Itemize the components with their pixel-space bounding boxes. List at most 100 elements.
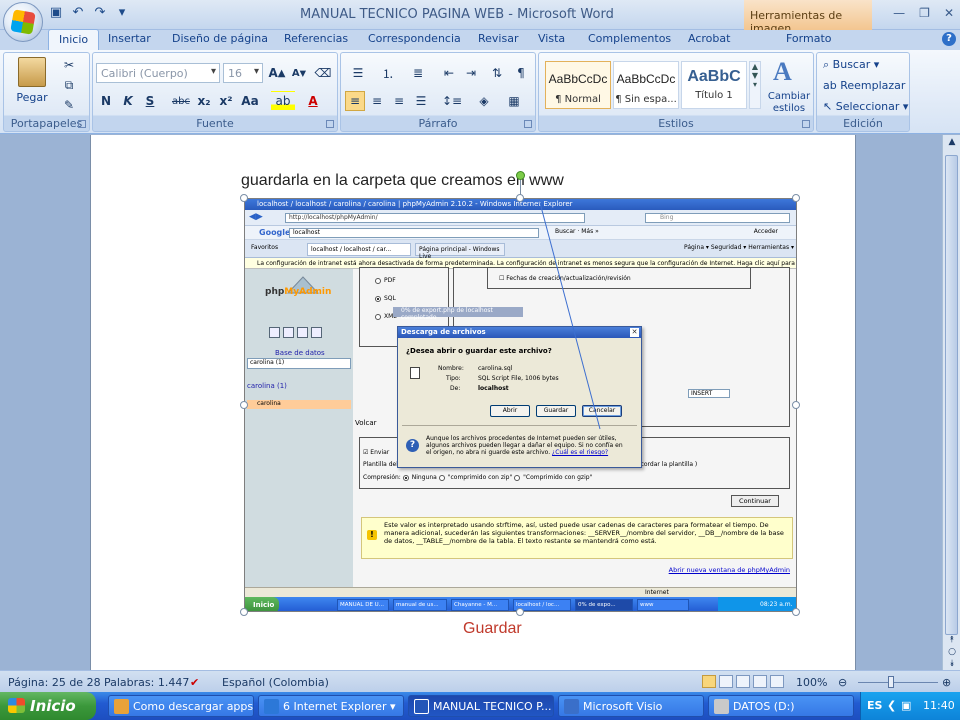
taskbar-item[interactable]: Como descargar apps... xyxy=(108,695,254,717)
style-heading-1[interactable]: AaBbC Título 1 xyxy=(681,61,747,109)
bullets-icon[interactable]: ☰ xyxy=(345,63,371,83)
image-caption[interactable]: Guardar xyxy=(463,620,522,638)
outline-icon[interactable] xyxy=(753,675,767,688)
zoom-level[interactable]: 100% xyxy=(796,676,827,689)
dialog-launcher-icon[interactable] xyxy=(802,120,810,128)
tab-vista[interactable]: Vista xyxy=(538,32,565,45)
sort-icon[interactable]: ⇅ xyxy=(487,63,507,83)
highlight-icon[interactable]: ab xyxy=(271,91,295,111)
superscript-icon[interactable]: x² xyxy=(216,91,236,111)
resize-handle[interactable] xyxy=(240,608,248,616)
save-icon[interactable]: ▣ xyxy=(48,5,64,21)
web-layout-icon[interactable] xyxy=(736,675,750,688)
subscript-icon[interactable]: x₂ xyxy=(194,91,214,111)
scroll-thumb[interactable] xyxy=(945,155,958,635)
tab-revisar[interactable]: Revisar xyxy=(478,32,518,45)
font-size-combo[interactable]: 16 xyxy=(223,63,263,83)
multilevel-list-icon[interactable]: ≣ xyxy=(405,63,431,83)
taskbar-item[interactable]: 6 Internet Explorer ▾ xyxy=(258,695,404,717)
office-button[interactable] xyxy=(3,2,43,42)
resize-handle[interactable] xyxy=(240,401,248,409)
page-count[interactable]: Página: 25 de 28 xyxy=(8,676,101,689)
customize-qat-icon[interactable]: ▾ xyxy=(114,5,130,21)
shrink-font-icon[interactable]: A ▼ xyxy=(289,63,309,83)
increase-indent-icon[interactable]: ⇥ xyxy=(461,63,481,83)
embedded-screenshot[interactable]: localhost / localhost / carolina / carol… xyxy=(244,198,797,612)
next-page-icon[interactable]: ⯯ xyxy=(943,659,960,669)
find-button[interactable]: ⌕ Buscar ▾ xyxy=(823,58,879,72)
style-no-spacing[interactable]: AaBbCcDc ¶ Sin espa... xyxy=(613,61,679,109)
resize-handle[interactable] xyxy=(516,194,524,202)
resize-handle[interactable] xyxy=(792,608,800,616)
print-layout-icon[interactable] xyxy=(702,675,716,688)
tab-diseno-pagina[interactable]: Diseño de página xyxy=(172,32,268,45)
language[interactable]: Español (Colombia) xyxy=(222,676,329,689)
change-styles-button[interactable]: Cambiar estilos xyxy=(765,91,813,115)
tab-referencias[interactable]: Referencias xyxy=(284,32,348,45)
bold-icon[interactable]: N xyxy=(96,91,116,111)
grow-font-icon[interactable]: A ▲ xyxy=(267,63,287,83)
align-right-icon[interactable]: ≡ xyxy=(389,91,409,111)
underline-icon[interactable]: S xyxy=(140,91,160,111)
decrease-indent-icon[interactable]: ⇤ xyxy=(439,63,459,83)
numbering-icon[interactable]: ⒈ xyxy=(375,63,401,83)
help-icon[interactable]: ? xyxy=(942,32,956,46)
tab-acrobat[interactable]: Acrobat xyxy=(688,32,730,45)
zoom-slider-knob[interactable] xyxy=(888,676,894,688)
cut-icon[interactable]: ✂ xyxy=(60,55,78,75)
borders-icon[interactable]: ▦ xyxy=(501,91,527,111)
dialog-launcher-icon[interactable] xyxy=(78,120,86,128)
pilcrow-icon[interactable]: ¶ xyxy=(511,63,531,83)
resize-handle[interactable] xyxy=(240,194,248,202)
close-icon[interactable]: ✕ xyxy=(944,6,954,20)
undo-icon[interactable]: ↶ xyxy=(70,5,86,21)
format-painter-icon[interactable]: ✎ xyxy=(60,95,78,115)
shading-icon[interactable]: ◈ xyxy=(471,91,497,111)
zoom-slider[interactable] xyxy=(858,682,938,683)
minimize-icon[interactable]: — xyxy=(893,6,905,20)
justify-icon[interactable]: ☰ xyxy=(411,91,431,111)
styles-scroll-icon[interactable]: ▲ ▼ ▾ xyxy=(749,61,761,109)
select-button[interactable]: ↖ Seleccionar ▾ xyxy=(823,100,908,113)
taskbar-item[interactable]: Microsoft Visio xyxy=(558,695,704,717)
resize-handle[interactable] xyxy=(792,194,800,202)
resize-handle[interactable] xyxy=(792,401,800,409)
scroll-up-icon[interactable]: ▲ xyxy=(943,137,960,147)
tray-arrow-icon[interactable]: ❮ xyxy=(887,699,896,712)
draft-icon[interactable] xyxy=(770,675,784,688)
tab-complementos[interactable]: Complementos xyxy=(588,32,671,45)
style-normal[interactable]: AaBbCcDc ¶ Normal xyxy=(545,61,611,109)
zoom-in-icon[interactable]: ⊕ xyxy=(942,676,951,689)
tab-formato[interactable]: Formato xyxy=(786,32,832,45)
dialog-launcher-icon[interactable] xyxy=(524,120,532,128)
font-name-combo[interactable]: Calibri (Cuerpo) xyxy=(96,63,220,83)
line-spacing-icon[interactable]: ↕≡ xyxy=(439,91,465,111)
language-indicator[interactable]: ES xyxy=(867,699,882,712)
align-left-icon[interactable]: ≡ xyxy=(345,91,365,111)
change-case-icon[interactable]: Aa xyxy=(238,91,262,111)
taskbar-item[interactable]: MANUAL TECNICO P... xyxy=(408,695,554,717)
rotate-handle[interactable] xyxy=(516,171,525,180)
replace-button[interactable]: ab Reemplazar xyxy=(823,79,905,92)
tab-correspondencia[interactable]: Correspondencia xyxy=(368,32,461,45)
full-screen-icon[interactable] xyxy=(719,675,733,688)
tab-inicio[interactable]: Inicio xyxy=(48,29,100,51)
taskbar-item[interactable]: DATOS (D:) xyxy=(708,695,854,717)
italic-icon[interactable]: K xyxy=(118,91,138,111)
clear-format-icon[interactable]: ⌫ xyxy=(313,63,333,83)
copy-icon[interactable]: ⧉ xyxy=(60,75,78,95)
strikethrough-icon[interactable]: abc xyxy=(170,91,192,111)
resize-handle[interactable] xyxy=(516,608,524,616)
align-center-icon[interactable]: ≡ xyxy=(367,91,387,111)
tab-insertar[interactable]: Insertar xyxy=(108,32,151,45)
proofing-icon[interactable]: ✔ xyxy=(190,676,199,689)
font-color-icon[interactable]: A xyxy=(301,91,325,111)
restore-icon[interactable]: ❐ xyxy=(919,6,930,20)
browse-object-icon[interactable]: ○ xyxy=(943,647,960,657)
redo-icon[interactable]: ↷ xyxy=(92,5,108,21)
vertical-scrollbar[interactable]: ▲ ⯭ ○ ⯯ xyxy=(942,135,960,670)
prev-page-icon[interactable]: ⯭ xyxy=(943,635,960,645)
paste-button[interactable]: Pegar xyxy=(8,91,56,104)
zoom-out-icon[interactable]: ⊖ xyxy=(838,676,847,689)
word-count[interactable]: Palabras: 1.447 xyxy=(104,676,189,689)
